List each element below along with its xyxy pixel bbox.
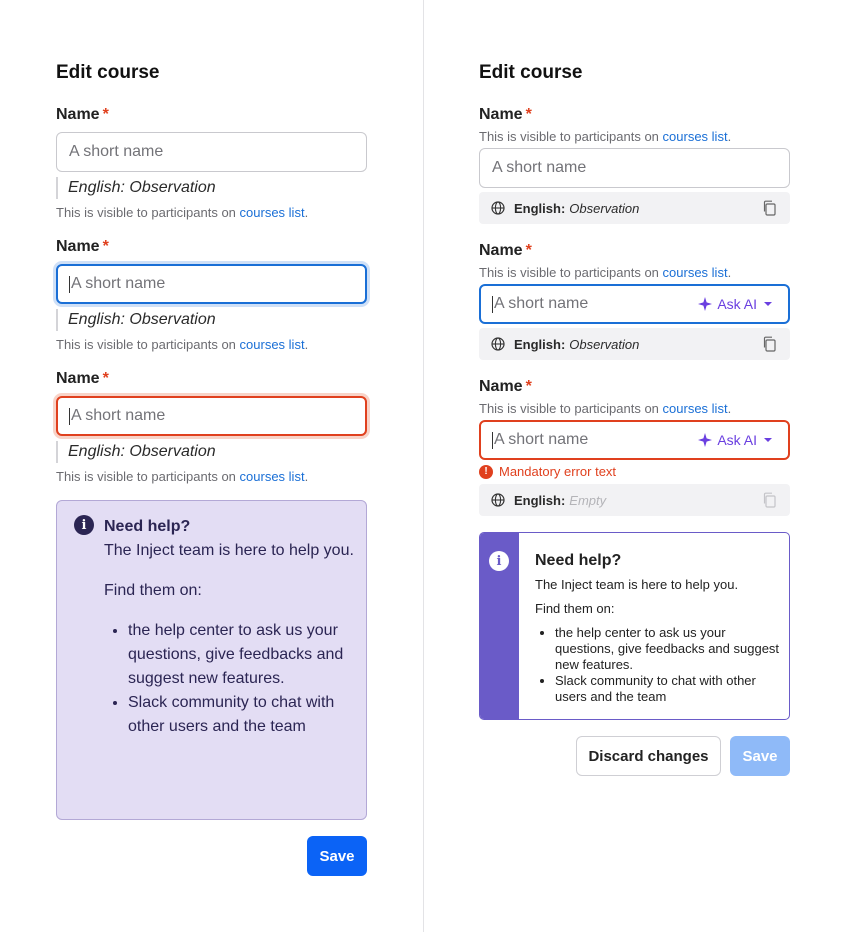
name-input[interactable]: A short name [479, 148, 790, 188]
help-item-help-center: the help center to ask us your questions… [128, 619, 354, 691]
helper-text: This is visible to participants on cours… [56, 205, 309, 220]
name-input-error[interactable]: A short name Ask AI [479, 420, 790, 460]
help-box: i Need help? The Inject team is here to … [56, 500, 367, 820]
name-input-focused[interactable]: A short name Ask AI [479, 284, 790, 324]
help-list: the help center to ask us your questions… [104, 619, 354, 739]
info-icon: i [489, 551, 509, 571]
translation-value: Empty [569, 492, 607, 508]
required-marker: * [102, 106, 109, 123]
input-placeholder: A short name [494, 295, 589, 312]
name-input-error[interactable]: A short name [56, 396, 367, 436]
translation-text: English: Observation [56, 177, 216, 199]
translation-bar: English: Observation [479, 328, 790, 360]
courses-list-link[interactable]: courses list [240, 205, 305, 220]
help-box: i Need help? The Inject team is here to … [479, 532, 790, 720]
courses-list-link[interactable]: courses list [663, 265, 728, 280]
required-marker: * [525, 378, 532, 395]
chevron-down-icon [764, 438, 772, 442]
helper-text: This is visible to participants on cours… [479, 265, 732, 280]
courses-list-link[interactable]: courses list [240, 337, 305, 352]
translation-text: English: Observation [56, 441, 216, 463]
globe-icon [491, 337, 505, 351]
sparkle-icon [698, 433, 713, 447]
input-placeholder: A short name [494, 431, 589, 448]
text-caret [492, 431, 493, 449]
help-accent-band: i [480, 533, 519, 719]
text-caret [69, 275, 70, 293]
translation-language: English: [514, 336, 566, 352]
input-placeholder: A short name [71, 407, 166, 424]
page-title: Edit course [479, 62, 583, 83]
help-find: Find them on: [104, 582, 202, 599]
copy-icon[interactable] [762, 200, 776, 216]
translation-language: English: [514, 200, 566, 216]
text-caret [492, 295, 493, 313]
help-item-slack: Slack community to chat with other users… [555, 673, 780, 705]
helper-text: This is visible to participants on cours… [479, 129, 732, 144]
panel-divider [423, 0, 424, 932]
help-title: Need help? [535, 552, 622, 569]
field-label: Name * [56, 370, 109, 387]
required-marker: * [102, 238, 109, 255]
globe-icon [491, 201, 505, 215]
help-item-slack: Slack community to chat with other users… [128, 691, 354, 739]
translation-language: English: [514, 492, 566, 508]
ask-ai-label: Ask AI [717, 296, 757, 312]
name-input-focused[interactable]: A short name [56, 264, 367, 304]
translation-value: Observation [569, 336, 640, 352]
help-intro: The Inject team is here to help you. [104, 542, 354, 559]
translation-bar: English: Empty [479, 484, 790, 516]
courses-list-link[interactable]: courses list [240, 469, 305, 484]
save-button[interactable]: Save [307, 836, 367, 876]
courses-list-link[interactable]: courses list [663, 401, 728, 416]
help-title: Need help? [104, 518, 191, 535]
sparkle-icon [698, 297, 713, 311]
help-list: the help center to ask us your questions… [535, 625, 780, 705]
ask-ai-button[interactable]: Ask AI [698, 432, 772, 448]
ask-ai-label: Ask AI [717, 432, 757, 448]
chevron-down-icon [764, 302, 772, 306]
translation-value: Observation [569, 200, 640, 216]
field-label: Name * [479, 242, 532, 259]
required-marker: * [102, 370, 109, 387]
input-placeholder: A short name [69, 143, 164, 160]
help-intro: The Inject team is here to help you. [535, 577, 739, 592]
field-label: Name * [56, 238, 109, 255]
helper-text: This is visible to participants on cours… [56, 337, 309, 352]
field-label: Name * [56, 106, 109, 123]
field-label: Name * [479, 106, 532, 123]
required-marker: * [525, 242, 532, 259]
name-input[interactable]: A short name [56, 132, 367, 172]
helper-text: This is visible to participants on cours… [479, 401, 732, 416]
save-button-disabled[interactable]: Save [730, 736, 790, 776]
error-icon: ! [479, 464, 493, 479]
error-message: ! Mandatory error text [479, 464, 616, 479]
input-placeholder: A short name [71, 275, 166, 292]
info-icon: i [74, 515, 94, 535]
copy-icon[interactable] [762, 336, 776, 352]
translation-bar: English: Observation [479, 192, 790, 224]
copy-icon [763, 492, 776, 508]
error-text: Mandatory error text [499, 464, 617, 479]
discard-changes-button[interactable]: Discard changes [576, 736, 721, 776]
helper-text: This is visible to participants on cours… [56, 469, 309, 484]
text-caret [69, 407, 70, 425]
courses-list-link[interactable]: courses list [663, 129, 728, 144]
required-marker: * [525, 106, 532, 123]
help-item-help-center: the help center to ask us your questions… [555, 625, 780, 673]
input-placeholder: A short name [492, 159, 587, 176]
globe-icon [491, 493, 505, 507]
translation-text: English: Observation [56, 309, 216, 331]
page-title: Edit course [56, 62, 160, 83]
field-label: Name * [479, 378, 532, 395]
ask-ai-button[interactable]: Ask AI [698, 296, 772, 312]
help-find: Find them on: [535, 601, 615, 616]
